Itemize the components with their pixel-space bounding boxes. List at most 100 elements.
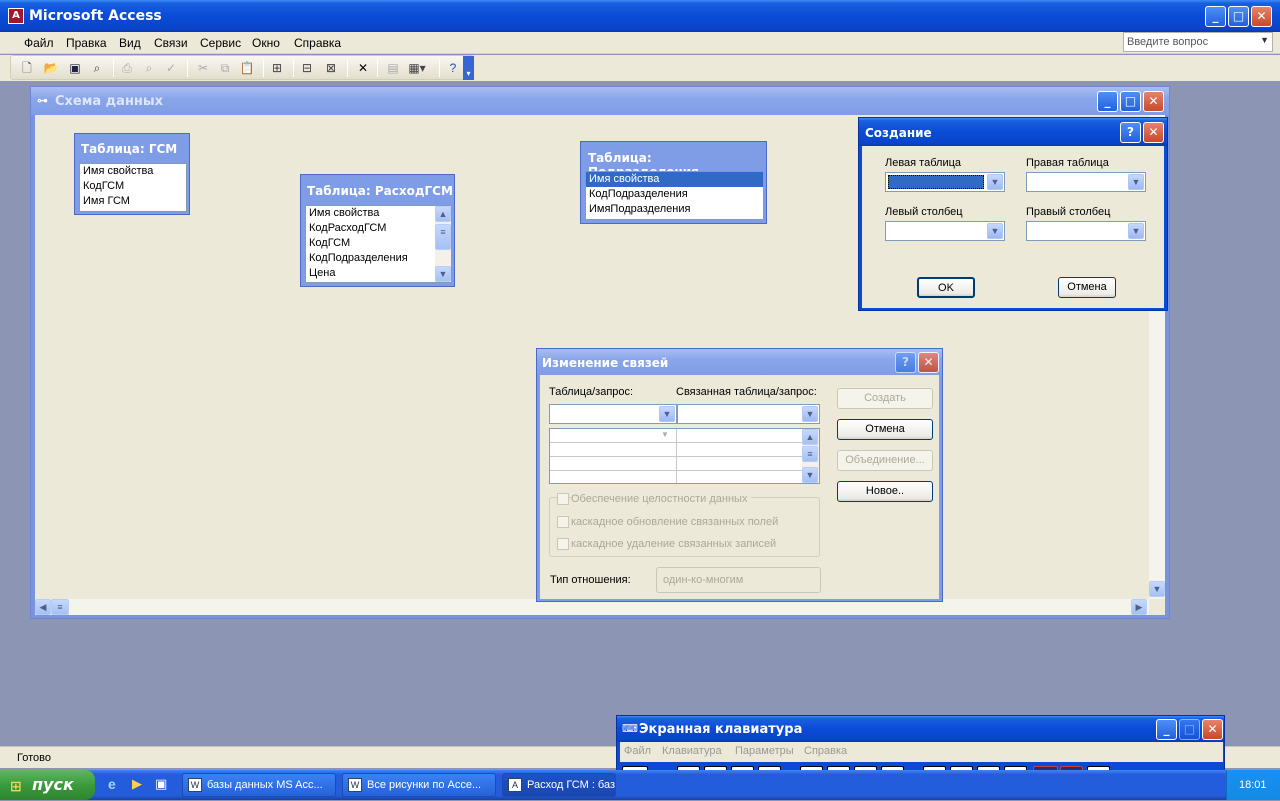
table-box-podrazdeleniya[interactable]: Таблица: Подразделения Имя свойства КодП… [580, 141, 767, 224]
print-icon[interactable]: ⎙ [117, 58, 137, 78]
keyboard-maximize-button[interactable]: □ [1179, 719, 1200, 740]
join-type-button[interactable]: Объединение... [837, 450, 933, 471]
help-dropdown-icon[interactable]: ▼ [1260, 35, 1269, 45]
new-object-icon[interactable]: ▦▾ [407, 58, 427, 78]
chevron-down-icon[interactable]: ▼ [987, 174, 1003, 190]
chevron-down-icon[interactable]: ▼ [987, 223, 1003, 239]
scroll-thumb[interactable]: ≡ [435, 224, 451, 250]
taskbar-item-access[interactable]: A Расход ГСМ : баз [502, 773, 616, 797]
list-item[interactable]: ИмяПодразделения [586, 202, 763, 217]
copy-icon[interactable]: ⧉ [215, 58, 235, 78]
desktop-quicklaunch-icon[interactable]: ▣ [155, 776, 167, 792]
list-item[interactable]: Имя свойства [586, 172, 763, 187]
new-icon[interactable]: 🗋 [17, 58, 37, 78]
help-icon[interactable]: ? [443, 58, 463, 78]
database-window-icon[interactable]: ▤ [383, 58, 403, 78]
scroll-thumb[interactable]: ≡ [51, 599, 69, 615]
relations-cancel-button[interactable]: Отмена [837, 419, 933, 440]
schema-maximize-button[interactable]: □ [1120, 91, 1141, 112]
scroll-down-icon[interactable]: ▼ [435, 266, 451, 282]
right-table-select[interactable]: ▼ [1026, 172, 1146, 192]
list-item[interactable]: КодГСМ [306, 236, 451, 251]
create-button[interactable]: Создать [837, 388, 933, 409]
keyboard-menu-options[interactable]: Параметры [735, 745, 794, 757]
delete-icon[interactable]: ✕ [353, 58, 373, 78]
keyboard-minimize-button[interactable]: _ [1156, 719, 1177, 740]
menu-tools[interactable]: Сервис [200, 32, 241, 54]
grid-scrollbar[interactable]: ▲ ≡ ▼ [802, 429, 819, 483]
field-list[interactable]: Имя свойства КодПодразделения ИмяПодразд… [585, 171, 764, 220]
save-icon[interactable]: ▣ [65, 58, 85, 78]
left-column-select[interactable]: ▼ [885, 221, 1005, 241]
table-box-rashodgsm[interactable]: Таблица: РасходГСМ Имя свойства КодРасхо… [300, 174, 455, 287]
menu-view[interactable]: Вид [119, 32, 141, 54]
field-list[interactable]: Имя свойства КодРасходГСМ КодГСМ КодПодр… [305, 205, 452, 283]
show-table-icon[interactable]: ⊞ [267, 58, 287, 78]
media-quicklaunch-icon[interactable]: ▶ [132, 776, 142, 792]
clock[interactable]: 18:01 [1239, 779, 1267, 791]
relations-dialog-help-button[interactable]: ? [895, 352, 916, 373]
right-column-select[interactable]: ▼ [1026, 221, 1146, 241]
spelling-icon[interactable]: ✓ [161, 58, 181, 78]
grid-dropdown-icon[interactable]: ▼ [661, 430, 669, 439]
scroll-up-icon[interactable]: ▲ [802, 429, 818, 445]
new-relation-button[interactable]: Новое.. [837, 481, 933, 502]
ok-button[interactable]: OK [917, 277, 975, 298]
list-item[interactable]: Имя свойства [306, 206, 451, 221]
scroll-thumb[interactable]: ≡ [802, 446, 818, 462]
field-list[interactable]: Имя свойства КодГСМ Имя ГСМ [79, 163, 187, 212]
app-minimize-button[interactable]: _ [1205, 6, 1226, 27]
list-item[interactable]: Имя свойства [80, 164, 186, 179]
relations-dialog-close-button[interactable]: ✕ [918, 352, 939, 373]
cut-icon[interactable]: ✂ [193, 58, 213, 78]
toolbar-options-icon[interactable]: ▾ [463, 56, 474, 80]
list-item[interactable]: Имя ГСМ [80, 194, 186, 209]
menu-file[interactable]: Файл [24, 32, 54, 54]
cancel-button[interactable]: Отмена [1058, 277, 1116, 298]
print-preview-icon[interactable]: ⌕ [139, 58, 159, 78]
list-item[interactable]: Цена [306, 266, 451, 281]
schema-minimize-button[interactable]: _ [1097, 91, 1118, 112]
table-query-select[interactable]: ▼ [549, 404, 677, 424]
keyboard-menu-keyboard[interactable]: Клавиатура [662, 745, 722, 757]
taskbar-item-word-1[interactable]: W базы данных MS Acc... [182, 773, 336, 797]
list-item[interactable]: КодРасходГСМ [306, 221, 451, 236]
scroll-right-icon[interactable]: ▶ [1131, 599, 1147, 615]
table-box-gsm[interactable]: Таблица: ГСМ Имя свойства КодГСМ Имя ГСМ [74, 133, 190, 215]
keyboard-close-button[interactable]: ✕ [1202, 719, 1223, 740]
scroll-down-icon[interactable]: ▼ [802, 467, 818, 483]
list-item[interactable]: КодГСМ [80, 179, 186, 194]
fields-grid[interactable]: ▼ ▲ ≡ ▼ [549, 428, 820, 484]
keyboard-menu-file[interactable]: Файл [624, 745, 651, 757]
cascade-delete-checkbox[interactable] [557, 538, 569, 550]
menu-edit[interactable]: Правка [66, 32, 107, 54]
ie-quicklaunch-icon[interactable]: e [108, 776, 116, 792]
help-question-box[interactable]: Введите вопрос ▼ [1123, 32, 1273, 52]
left-table-select[interactable]: ▼ [885, 172, 1005, 192]
scroll-left-icon[interactable]: ◀ [35, 599, 51, 615]
related-table-select[interactable]: ▼ [677, 404, 820, 424]
all-relations-icon[interactable]: ⊠ [321, 58, 341, 78]
scroll-down-icon[interactable]: ▼ [1149, 581, 1165, 597]
schema-close-button[interactable]: ✕ [1143, 91, 1164, 112]
integrity-checkbox[interactable] [557, 493, 569, 505]
create-dialog-help-button[interactable]: ? [1120, 122, 1141, 143]
paste-icon[interactable]: 📋 [237, 58, 257, 78]
scroll-up-icon[interactable]: ▲ [435, 206, 451, 222]
direct-relations-icon[interactable]: ⊟ [297, 58, 317, 78]
cascade-update-checkbox[interactable] [557, 516, 569, 528]
chevron-down-icon[interactable]: ▼ [1128, 174, 1144, 190]
menu-help[interactable]: Справка [294, 32, 341, 54]
start-button[interactable]: ⊞ пуск [0, 770, 95, 800]
menu-window[interactable]: Окно [252, 32, 280, 54]
chevron-down-icon[interactable]: ▼ [1128, 223, 1144, 239]
app-maximize-button[interactable]: □ [1228, 6, 1249, 27]
field-list-scrollbar[interactable]: ▲ ≡ ▼ [435, 206, 451, 282]
menu-relations[interactable]: Связи [154, 32, 188, 54]
chevron-down-icon[interactable]: ▼ [802, 406, 818, 422]
taskbar-item-word-2[interactable]: W Все рисунки по Acce... [342, 773, 496, 797]
keyboard-menu-help[interactable]: Справка [804, 745, 847, 757]
open-icon[interactable]: 📂 [41, 58, 61, 78]
chevron-down-icon[interactable]: ▼ [659, 406, 675, 422]
list-item[interactable]: КодПодразделения [306, 251, 451, 266]
